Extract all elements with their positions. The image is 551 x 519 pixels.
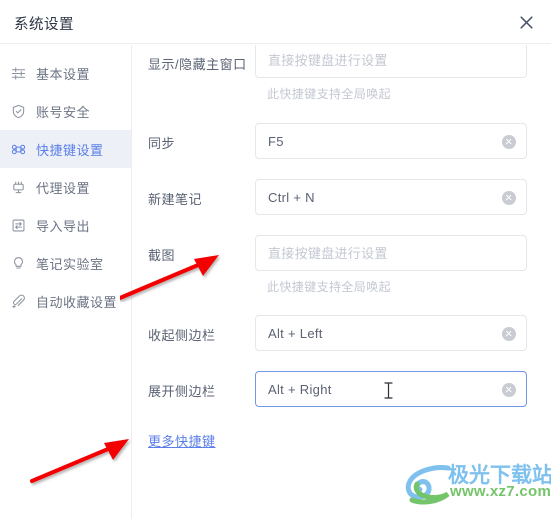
lightbulb-icon xyxy=(10,255,27,272)
command-key-icon xyxy=(10,141,27,158)
clear-shortcut-icon[interactable] xyxy=(502,327,516,341)
shortcut-input-placeholder: 直接按键盘进行设置 xyxy=(268,53,388,68)
text-cursor-icon xyxy=(384,382,393,399)
clear-shortcut-icon[interactable] xyxy=(502,135,516,149)
settings-sidebar: 基本设置 账号安全 快捷键设置 代理设置 导入导出 笔记实验室 自动收藏设置 xyxy=(0,45,132,519)
page-title: 系统设置 xyxy=(14,17,74,33)
sidebar-item-label: 账号安全 xyxy=(36,104,91,120)
sidebar-item-label: 快捷键设置 xyxy=(36,142,104,158)
sidebar-item-basic-settings[interactable]: 基本设置 xyxy=(0,54,131,92)
shortcut-input-placeholder: 直接按键盘进行设置 xyxy=(268,246,388,261)
sidebar-item-label: 自动收藏设置 xyxy=(36,294,118,310)
close-icon xyxy=(519,15,533,29)
shortcut-label: 同步 xyxy=(148,136,176,151)
shortcut-input-collapse-sidebar[interactable]: Alt + Left xyxy=(255,315,527,351)
sidebar-item-proxy-settings[interactable]: 代理设置 xyxy=(0,168,131,206)
sidebar-item-import-export[interactable]: 导入导出 xyxy=(0,206,131,244)
sidebar-item-note-lab[interactable]: 笔记实验室 xyxy=(0,244,131,282)
shortcut-input-screenshot[interactable]: 直接按键盘进行设置 xyxy=(255,235,527,271)
shortcut-label: 新建笔记 xyxy=(148,192,203,207)
shortcut-label: 收起侧边栏 xyxy=(148,328,216,343)
shortcut-hint: 此快捷键支持全局唤起 xyxy=(267,280,392,294)
close-button[interactable] xyxy=(513,9,539,35)
shortcut-input-sync[interactable]: F5 xyxy=(255,123,527,159)
shortcut-label: 截图 xyxy=(148,248,176,263)
network-plug-icon xyxy=(10,179,27,196)
sidebar-item-label: 代理设置 xyxy=(36,180,91,196)
shortcut-input-show-hide-main-window[interactable]: 直接按键盘进行设置 xyxy=(255,45,527,78)
shortcut-input-value: F5 xyxy=(268,134,284,149)
shortcut-input-new-note[interactable]: Ctrl + N xyxy=(255,179,527,215)
shortcut-input-value: Alt + Left xyxy=(268,326,323,341)
sidebar-item-label: 基本设置 xyxy=(36,66,91,82)
shield-icon xyxy=(10,103,27,120)
paperclip-icon xyxy=(10,293,27,310)
sidebar-item-label: 笔记实验室 xyxy=(36,256,104,272)
import-export-icon xyxy=(10,217,27,234)
shortcut-input-expand-sidebar[interactable]: Alt + Right xyxy=(255,371,527,407)
shortcut-label: 显示/隐藏主窗口 xyxy=(148,57,247,72)
window-titlebar: 系统设置 xyxy=(0,0,551,44)
sidebar-item-label: 导入导出 xyxy=(36,218,91,234)
sidebar-item-account-security[interactable]: 账号安全 xyxy=(0,92,131,130)
sliders-icon xyxy=(10,65,27,82)
clear-shortcut-icon[interactable] xyxy=(502,383,516,397)
clear-shortcut-icon[interactable] xyxy=(502,191,516,205)
shortcut-input-value: Ctrl + N xyxy=(268,190,315,205)
shortcut-label: 展开侧边栏 xyxy=(148,384,216,399)
sidebar-item-shortcut-settings[interactable]: 快捷键设置 xyxy=(0,130,131,168)
shortcut-hint: 此快捷键支持全局唤起 xyxy=(267,87,392,101)
sidebar-item-auto-collect-settings[interactable]: 自动收藏设置 xyxy=(0,282,131,320)
shortcut-input-value: Alt + Right xyxy=(268,382,332,397)
more-shortcuts-link[interactable]: 更多快捷键 xyxy=(148,431,216,450)
